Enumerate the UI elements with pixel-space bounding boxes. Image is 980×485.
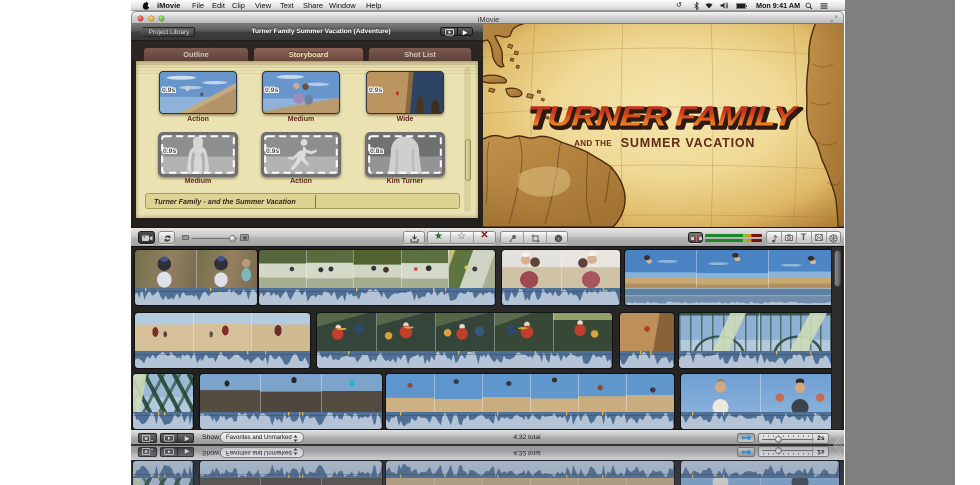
svg-text:AND THE: AND THE — [574, 139, 612, 148]
svg-text:TURNER FAMILY: TURNER FAMILY — [526, 101, 800, 132]
svg-text:SUMMER VACATION: SUMMER VACATION — [621, 136, 755, 150]
